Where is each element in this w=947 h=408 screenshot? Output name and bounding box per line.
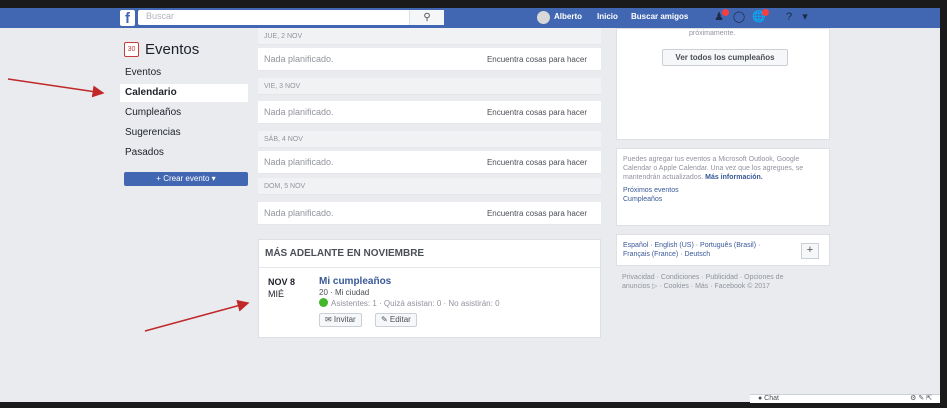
chat-label: ● Chat [758,395,779,402]
arrow-to-calendario [7,78,105,98]
arrow-to-event [144,299,250,332]
annotation-arrows [7,78,250,332]
chat-tools-icon[interactable]: ⚙ ✎ ⇱ [910,395,932,403]
chat-bar[interactable]: ● Chat ⚙ ✎ ⇱ [750,394,940,403]
